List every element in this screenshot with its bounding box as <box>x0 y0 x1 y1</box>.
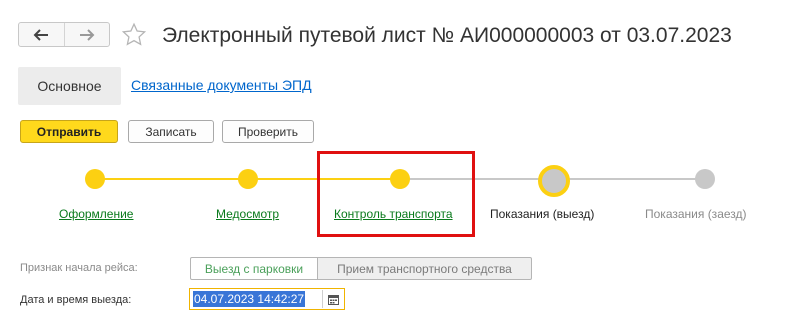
step-readings-in: Показания (заезд) <box>645 207 747 221</box>
step-dot-registration <box>85 169 105 189</box>
calendar-icon <box>327 294 339 305</box>
trip-start-option-parking[interactable]: Выезд с парковки <box>190 257 318 280</box>
page-title: Электронный путевой лист № АИ000000003 о… <box>162 24 732 47</box>
step-dot-readings-out <box>538 165 570 197</box>
trip-start-label: Признак начала рейса: <box>20 262 138 274</box>
departure-label: Дата и время выезда: <box>20 294 132 306</box>
back-button[interactable] <box>19 23 64 46</box>
highlight-box <box>317 151 475 237</box>
tab-main[interactable]: Основное <box>18 67 121 105</box>
departure-datetime-value[interactable]: 04.07.2023 14:42:27 <box>193 291 306 307</box>
tab-related-documents[interactable]: Связанные документы ЭПД <box>131 77 312 93</box>
save-button[interactable]: Записать <box>128 120 214 143</box>
departure-datetime-field[interactable]: 04.07.2023 14:42:27 <box>189 288 345 310</box>
step-registration[interactable]: Оформление <box>59 207 133 221</box>
step-readings-out: Показания (выезд) <box>490 207 595 221</box>
history-nav <box>18 22 110 47</box>
step-medical[interactable]: Медосмотр <box>216 207 279 221</box>
step-dot-medical <box>238 169 258 189</box>
arrow-left-icon <box>33 28 49 41</box>
forward-button[interactable] <box>63 23 110 46</box>
arrow-right-icon <box>79 28 95 41</box>
star-outline-icon[interactable] <box>121 22 147 48</box>
send-button[interactable]: Отправить <box>20 120 118 143</box>
trip-start-option-acceptance[interactable]: Прием транспортного средства <box>317 257 532 280</box>
step-dot-readings-in <box>695 169 715 189</box>
check-button[interactable]: Проверить <box>222 120 314 143</box>
calendar-button[interactable] <box>322 290 343 308</box>
